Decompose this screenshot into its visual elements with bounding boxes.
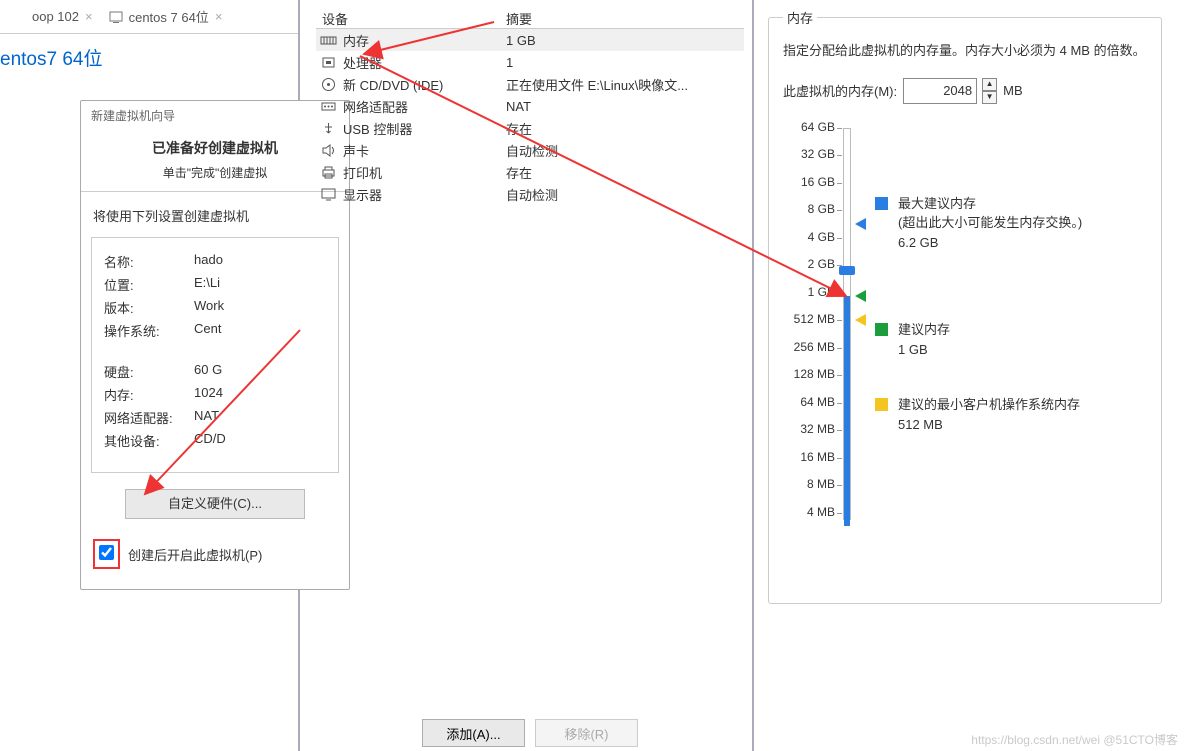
customize-hardware-button[interactable]: 自定义硬件(C)...: [125, 489, 305, 519]
hardware-row-memory[interactable]: 内存 1 GB: [316, 29, 744, 51]
hw-summary: 自动检测: [506, 185, 744, 204]
hw-summary: NAT: [506, 99, 744, 114]
scale-tick-label: 8 MB: [783, 477, 835, 491]
scale-tick-label: 1 GB: [783, 285, 835, 299]
memory-icon: [320, 33, 337, 48]
tab-oop102[interactable]: oop 102 ×: [4, 5, 101, 28]
close-icon[interactable]: ×: [85, 9, 93, 24]
tab-label: centos 7 64位: [129, 7, 209, 26]
row-label: 名称:: [104, 252, 194, 271]
square-green-icon: [875, 323, 888, 336]
scale-tick-label: 4 MB: [783, 505, 835, 519]
hw-label: 网络适配器: [343, 97, 408, 116]
square-yellow-icon: [875, 398, 888, 411]
hw-summary: 1 GB: [506, 33, 744, 48]
printer-icon: [320, 165, 337, 180]
scale-tick-label: 512 MB: [783, 312, 835, 326]
tab-label: oop 102: [32, 9, 79, 24]
memory-legend: 内存: [783, 8, 817, 27]
vm-icon: [109, 10, 123, 24]
row-label: 网络适配器:: [104, 408, 194, 427]
row-label: 操作系统:: [104, 321, 194, 340]
hardware-row-net[interactable]: 网络适配器 NAT: [316, 95, 744, 117]
marker-recommended-icon: [855, 290, 866, 302]
scale-tick-label: 64 MB: [783, 395, 835, 409]
memory-scale[interactable]: 64 GB 32 GB 16 GB 8 GB 4 GB 2 GB 1 GB 512 MB 256…: [783, 122, 859, 532]
row-label: 内存:: [104, 385, 194, 404]
hardware-row-usb[interactable]: USB 控制器 存在: [316, 117, 744, 139]
marker-min-icon: [855, 314, 866, 326]
memory-input[interactable]: 2048: [903, 78, 977, 104]
scale-tick-label: 128 MB: [783, 367, 835, 381]
hw-col-summary: 摘要: [506, 9, 744, 28]
scale-tick-label: 2 GB: [783, 257, 835, 271]
row-label: 版本:: [104, 298, 194, 317]
hw-label: 打印机: [343, 163, 382, 182]
annotation-box: [93, 539, 120, 569]
remove-hardware-button: 移除(R): [535, 719, 638, 747]
memory-settings-panel: 内存 指定分配给此虚拟机的内存量。内存大小必须为 4 MB 的倍数。 此虚拟机的…: [754, 0, 1184, 751]
hardware-row-printer[interactable]: 打印机 存在: [316, 161, 744, 183]
scale-tick-label: 256 MB: [783, 340, 835, 354]
usb-icon: [320, 121, 337, 136]
square-blue-icon: [875, 197, 888, 210]
memory-field-label: 此虚拟机的内存(M):: [783, 81, 897, 100]
hardware-row-disc[interactable]: 新 CD/DVD (IDE) 正在使用文件 E:\Linux\映像文...: [316, 73, 744, 95]
hardware-list-panel: 设备 摘要 内存 1 GB 处理器 1 新 CD/DVD (IDE) 正在使用文件 E:\…: [300, 0, 754, 751]
hardware-row-sound[interactable]: 声卡 自动检测: [316, 139, 744, 161]
row-label: 硬盘:: [104, 362, 194, 381]
memory-unit: MB: [1003, 83, 1023, 98]
scale-tick-label: 64 GB: [783, 120, 835, 134]
hardware-row-cpu[interactable]: 处理器 1: [316, 51, 744, 73]
hw-label: USB 控制器: [343, 119, 412, 138]
left-column: oop 102 × centos 7 64位 × entos7 64位 新建虚拟…: [0, 0, 300, 751]
display-icon: [320, 187, 337, 202]
hw-label: 显示器: [343, 185, 382, 204]
memory-slider-handle[interactable]: [839, 266, 855, 275]
hw-summary: 正在使用文件 E:\Linux\映像文...: [506, 75, 744, 94]
add-hardware-button[interactable]: 添加(A)...: [422, 719, 525, 747]
scale-tick-label: 16 GB: [783, 175, 835, 189]
legend-recommended: 建议内存 1 GB: [898, 320, 950, 359]
hw-summary: 1: [506, 55, 744, 70]
memory-stepper[interactable]: ▲▼: [982, 78, 997, 104]
document-tab-bar: oop 102 × centos 7 64位 ×: [0, 0, 298, 34]
tab-centos7[interactable]: centos 7 64位 ×: [101, 3, 231, 30]
scale-tick-label: 32 MB: [783, 422, 835, 436]
disc-icon: [320, 77, 337, 92]
row-label: 其他设备:: [104, 431, 194, 450]
hw-label: 处理器: [343, 53, 382, 72]
scale-tick-label: 4 GB: [783, 230, 835, 244]
hardware-row-display[interactable]: 显示器 自动检测: [316, 183, 744, 205]
row-label: 位置:: [104, 275, 194, 294]
hw-summary: 存在: [506, 119, 744, 138]
hw-summary: 自动检测: [506, 141, 744, 160]
hw-label: 声卡: [343, 141, 369, 160]
hardware-header: 设备 摘要: [316, 0, 744, 28]
scale-tick-label: 16 MB: [783, 450, 835, 464]
watermark: https://blog.csdn.net/wei @51CTO博客: [971, 731, 1178, 748]
scale-tick-label: 8 GB: [783, 202, 835, 216]
memory-info: 指定分配给此虚拟机的内存量。内存大小必须为 4 MB 的倍数。: [783, 41, 1147, 62]
cpu-icon: [320, 55, 337, 70]
scale-tick-label: 32 GB: [783, 147, 835, 161]
home-icon: [12, 10, 26, 24]
net-icon: [320, 99, 337, 114]
hardware-list[interactable]: 内存 1 GB 处理器 1 新 CD/DVD (IDE) 正在使用文件 E:\Linux\…: [316, 28, 744, 205]
close-icon[interactable]: ×: [215, 9, 223, 24]
legend-max: 最大建议内存 (超出此大小可能发生内存交换。) 6.2 GB: [898, 194, 1082, 253]
marker-max-icon: [855, 218, 866, 230]
page-title: entos7 64位: [0, 34, 298, 71]
checkbox-label: 创建后开启此虚拟机(P): [128, 545, 262, 564]
hw-label: 内存: [343, 31, 369, 50]
legend-min: 建议的最小客户机操作系统内存 512 MB: [898, 395, 1080, 434]
hw-label: 新 CD/DVD (IDE): [343, 75, 443, 94]
hw-col-device: 设备: [316, 9, 506, 28]
sound-icon: [320, 143, 337, 158]
power-on-after-create-checkbox[interactable]: [99, 545, 114, 560]
hw-summary: 存在: [506, 163, 744, 182]
